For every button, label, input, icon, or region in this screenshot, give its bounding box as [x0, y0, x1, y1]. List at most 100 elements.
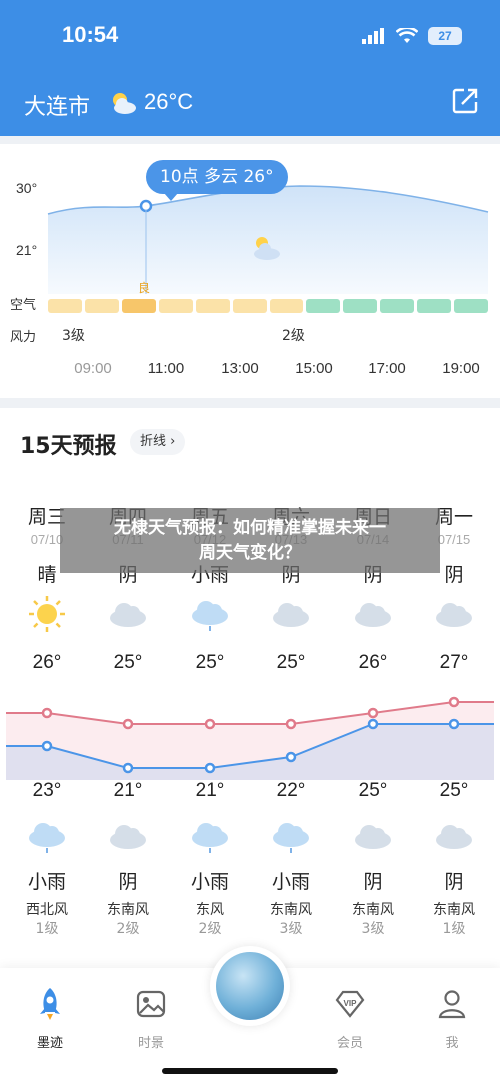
nav-item-me[interactable]: 我	[417, 986, 487, 1051]
hourly-tooltip: 10点 多云 26°	[146, 160, 288, 201]
wifi-icon	[396, 28, 418, 43]
night-condition: 小雨	[190, 871, 229, 893]
cloud-icon	[413, 594, 495, 634]
chevron-down-icon: ›	[170, 434, 176, 449]
high-temp-point	[367, 707, 379, 719]
rain-cloud-icon	[169, 816, 251, 856]
nav-item-shijing[interactable]: 时景	[116, 986, 186, 1051]
share-icon[interactable]	[450, 86, 480, 116]
day-wind-level: 2级	[198, 921, 222, 937]
nav-item-moji[interactable]: 墨迹	[15, 986, 85, 1051]
status-bar: 10:54 27	[0, 0, 500, 74]
cloud-icon	[87, 816, 169, 856]
day-wind-level: 1级	[442, 921, 466, 937]
aqi-segment	[232, 299, 267, 313]
hour-label: 09:00	[74, 360, 112, 377]
nav-label: 时景	[137, 1036, 164, 1051]
aqi-segment	[454, 299, 489, 313]
day-wind-level: 3级	[361, 921, 385, 937]
hour-label: 11:00	[147, 360, 185, 377]
status-icons: 27	[362, 26, 462, 46]
day-wind-level: 2级	[116, 921, 140, 937]
daily-forecast-title: 15天预报	[20, 434, 117, 459]
svg-text:VIP: VIP	[344, 999, 358, 1008]
overlay-line-2: 周天气变化？	[199, 543, 301, 563]
low-temp-point	[122, 762, 134, 774]
high-temp-point	[285, 718, 297, 730]
aqi-segment	[343, 299, 378, 313]
night-condition: 阴	[363, 871, 383, 893]
day-wind-direction: 东南风	[433, 902, 475, 918]
hour-label: 17:00	[368, 360, 406, 377]
daily-temperature-chart	[6, 696, 494, 780]
user-icon	[438, 990, 466, 1019]
aqi-bar[interactable]	[48, 299, 489, 313]
day-high-temp: 26°	[358, 652, 388, 673]
vip-icon: VIP	[335, 990, 365, 1018]
day-wind-direction: 东南风	[107, 902, 149, 918]
cloud-icon	[250, 594, 332, 634]
night-condition: 阴	[118, 871, 138, 893]
weather-scene-icon	[216, 952, 284, 1020]
day-high-temp: 25°	[195, 652, 225, 673]
home-indicator	[162, 1068, 338, 1074]
day-low-temp: 21°	[113, 780, 143, 801]
overlay-line-1: 无棣天气预报：如何精准掌握未来一	[114, 518, 386, 538]
app-header: 大连市 26°C	[0, 74, 500, 136]
photo-icon	[136, 990, 166, 1018]
day-wind-level: 1级	[35, 921, 59, 937]
aqi-segment	[48, 299, 82, 313]
hour-label: 19:00	[442, 360, 480, 377]
wind-level-early: 3级	[62, 328, 85, 344]
day-low-temp: 25°	[439, 780, 469, 801]
aqi-segment	[195, 299, 230, 313]
high-temp-point	[448, 696, 460, 708]
day-wind-direction: 西北风	[26, 902, 68, 918]
aqi-segment	[269, 299, 304, 313]
cloud-icon	[332, 594, 414, 634]
chart-type-toggle[interactable]: 折线 ›	[130, 429, 186, 455]
day-wind-direction: 东南风	[352, 902, 394, 918]
rocket-icon	[40, 988, 60, 1020]
low-temp-point	[204, 762, 216, 774]
day-wind-direction: 东南风	[270, 902, 312, 918]
wind-level-late: 2级	[282, 328, 305, 344]
sun-icon	[6, 594, 88, 634]
day-wind-direction: 东风	[196, 902, 224, 918]
hourly-temp-area	[48, 186, 488, 294]
hour-label: 15:00	[295, 360, 333, 377]
aqi-segment	[121, 299, 156, 313]
city-name[interactable]: 大连市	[24, 89, 90, 121]
aqi-segment	[158, 299, 193, 313]
nav-center-weather-orb[interactable]	[210, 946, 290, 1026]
night-condition: 阴	[444, 871, 464, 893]
hour-label: 13:00	[221, 360, 259, 377]
aqi-segment	[380, 299, 415, 313]
day-low-temp: 25°	[358, 780, 388, 801]
day-low-temp: 21°	[195, 780, 225, 801]
low-temp-point	[41, 740, 53, 752]
aqi-segment	[417, 299, 452, 313]
low-temp-point	[448, 718, 460, 730]
day-low-temp: 23°	[32, 780, 62, 801]
rain-cloud-icon	[6, 816, 88, 856]
status-time: 10:54	[62, 22, 119, 47]
day-low-temp: 22°	[276, 780, 306, 801]
nav-label: 会员	[336, 1036, 363, 1051]
night-condition: 小雨	[27, 871, 66, 893]
night-condition: 小雨	[271, 871, 310, 893]
high-temp-point	[122, 718, 134, 730]
hourly-temp-point	[139, 199, 153, 213]
nav-label: 我	[445, 1036, 459, 1051]
signal-icon	[362, 28, 384, 44]
aqi-level-label: 良	[138, 281, 151, 295]
air-quality-label: 空气	[10, 298, 37, 313]
high-temp-point	[204, 718, 216, 730]
day-high-temp: 26°	[32, 652, 62, 673]
nav-item-member[interactable]: VIP 会员	[315, 986, 385, 1051]
wind-label: 风力	[10, 330, 37, 345]
current-temperature: 26°C	[144, 89, 194, 114]
low-temp-point	[285, 751, 297, 763]
rain-cloud-icon	[169, 594, 251, 634]
chart-type-label: 折线	[140, 434, 167, 449]
